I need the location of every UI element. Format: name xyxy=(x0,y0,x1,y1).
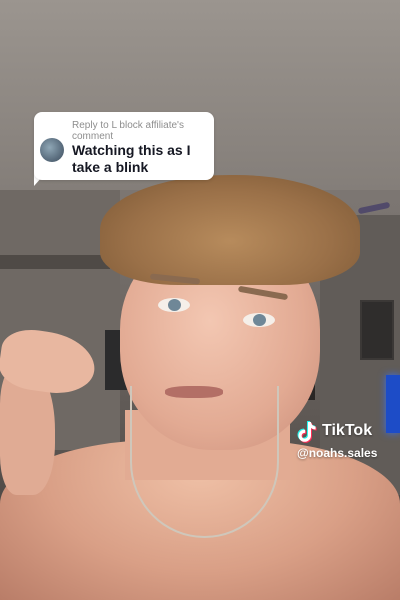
reply-header: Reply to L block affiliate's comment xyxy=(72,120,184,142)
commenter-avatar xyxy=(40,138,64,162)
creator-handle: @noahs.sales xyxy=(297,446,378,460)
shelf xyxy=(0,255,110,269)
left-eye xyxy=(158,298,190,312)
right-iris xyxy=(253,314,266,326)
wall-picture xyxy=(360,300,394,360)
left-iris xyxy=(168,299,181,311)
right-eye xyxy=(243,313,275,327)
tiktok-logo-icon xyxy=(297,421,317,443)
person-hair xyxy=(100,175,360,285)
ceiling-fan xyxy=(357,201,391,215)
tiktok-brand-text: TikTok xyxy=(322,422,373,439)
tv-glow xyxy=(386,375,400,433)
video-frame[interactable]: Reply to L block affiliate's comment Wat… xyxy=(0,0,400,600)
necklace xyxy=(130,386,279,538)
reply-comment-bubble[interactable]: Reply to L block affiliate's comment Wat… xyxy=(34,112,214,180)
comment-text: Watching this as I take a blink xyxy=(72,142,191,175)
